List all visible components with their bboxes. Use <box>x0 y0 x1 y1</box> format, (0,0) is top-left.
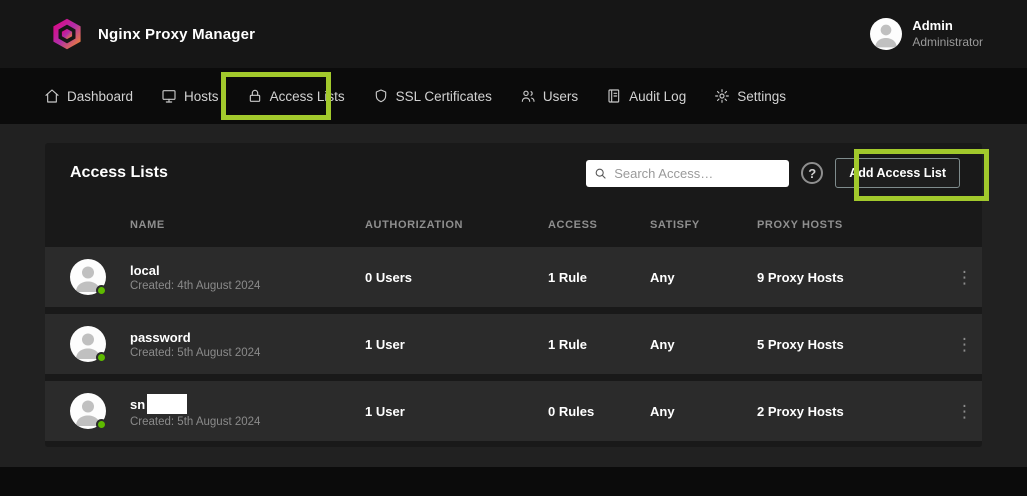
access-value: 1 Rule <box>548 270 650 285</box>
bottom-bar <box>0 467 1027 496</box>
redaction-box <box>147 394 187 414</box>
add-access-list-button[interactable]: Add Access List <box>835 158 960 188</box>
user-avatar <box>870 18 902 50</box>
nav-item-access-lists[interactable]: Access Lists <box>233 68 359 124</box>
user-role: Administrator <box>912 35 983 50</box>
nav-item-hosts[interactable]: Hosts <box>147 68 233 124</box>
row-menu-icon[interactable]: ⋮ <box>947 336 982 353</box>
main-nav: Dashboard Hosts Access Lists SSL Certifi… <box>0 68 1027 124</box>
access-list-name: local <box>130 263 160 278</box>
nav-item-label: Dashboard <box>67 89 133 104</box>
book-icon <box>606 88 622 104</box>
home-icon <box>44 88 60 104</box>
access-value: 0 Rules <box>548 404 650 419</box>
shield-icon <box>373 88 389 104</box>
access-list-name: sn <box>130 397 145 412</box>
created-date: Created: 5th August 2024 <box>130 416 365 428</box>
gear-icon <box>714 88 730 104</box>
authorization-value: 1 User <box>365 404 548 419</box>
satisfy-value: Any <box>650 337 757 352</box>
brand: Nginx Proxy Manager <box>50 17 255 51</box>
table-row[interactable]: sn Created: 5th August 2024 1 User 0 Rul… <box>45 381 982 441</box>
search-input[interactable] <box>614 166 781 181</box>
proxy-hosts-value: 2 Proxy Hosts <box>757 404 947 419</box>
authorization-value: 0 Users <box>365 270 548 285</box>
nav-item-ssl-certificates[interactable]: SSL Certificates <box>359 68 506 124</box>
column-header-authorization: AUTHORIZATION <box>365 219 548 231</box>
user-menu[interactable]: Admin Administrator <box>870 18 983 50</box>
nav-item-dashboard[interactable]: Dashboard <box>44 68 147 124</box>
lock-icon <box>247 88 263 104</box>
monitor-icon <box>161 88 177 104</box>
nav-item-label: Settings <box>737 89 786 104</box>
nav-item-label: Users <box>543 89 578 104</box>
header-actions: ? Add Access List <box>586 158 960 188</box>
column-header-name: NAME <box>130 219 365 231</box>
proxy-hosts-value: 9 Proxy Hosts <box>757 270 947 285</box>
table-body: local Created: 4th August 2024 0 Users 1… <box>45 247 982 441</box>
search-icon <box>594 167 607 180</box>
online-status-dot <box>96 285 107 296</box>
user-name: Admin <box>912 18 983 34</box>
nav-item-label: SSL Certificates <box>396 89 492 104</box>
nav-item-users[interactable]: Users <box>506 68 592 124</box>
page-title: Access Lists <box>70 164 168 182</box>
users-icon <box>520 88 536 104</box>
avatar <box>70 326 106 362</box>
row-menu-icon[interactable]: ⋮ <box>947 403 982 420</box>
card-header: Access Lists ? Add Access List <box>45 143 982 203</box>
avatar <box>70 393 106 429</box>
access-value: 1 Rule <box>548 337 650 352</box>
help-icon[interactable]: ? <box>801 162 823 184</box>
column-header-access: ACCESS <box>548 219 650 231</box>
table-header: NAME AUTHORIZATION ACCESS SATISFY PROXY … <box>45 203 982 247</box>
app-title: Nginx Proxy Manager <box>98 26 255 43</box>
table-row[interactable]: local Created: 4th August 2024 0 Users 1… <box>45 247 982 307</box>
avatar <box>70 259 106 295</box>
nav-item-audit-log[interactable]: Audit Log <box>592 68 700 124</box>
satisfy-value: Any <box>650 270 757 285</box>
search-box[interactable] <box>586 160 789 187</box>
satisfy-value: Any <box>650 404 757 419</box>
nav-item-label: Hosts <box>184 89 219 104</box>
table-row[interactable]: password Created: 5th August 2024 1 User… <box>45 314 982 374</box>
access-list-name: password <box>130 330 191 345</box>
created-date: Created: 5th August 2024 <box>130 347 365 359</box>
online-status-dot <box>96 419 107 430</box>
nav-item-label: Audit Log <box>629 89 686 104</box>
online-status-dot <box>96 352 107 363</box>
proxy-hosts-value: 5 Proxy Hosts <box>757 337 947 352</box>
authorization-value: 1 User <box>365 337 548 352</box>
created-date: Created: 4th August 2024 <box>130 280 365 292</box>
column-header-proxy-hosts: PROXY HOSTS <box>757 219 947 231</box>
app-logo-icon <box>50 17 84 51</box>
user-info: Admin Administrator <box>912 18 983 49</box>
row-menu-icon[interactable]: ⋮ <box>947 269 982 286</box>
top-bar: Nginx Proxy Manager Admin Administrator <box>0 0 1027 68</box>
nav-item-settings[interactable]: Settings <box>700 68 800 124</box>
content-area: Access Lists ? Add Access List NAME AUTH… <box>0 124 1027 467</box>
column-header-satisfy: SATISFY <box>650 219 757 231</box>
access-lists-card: Access Lists ? Add Access List NAME AUTH… <box>45 143 982 447</box>
nav-item-label: Access Lists <box>270 89 345 104</box>
